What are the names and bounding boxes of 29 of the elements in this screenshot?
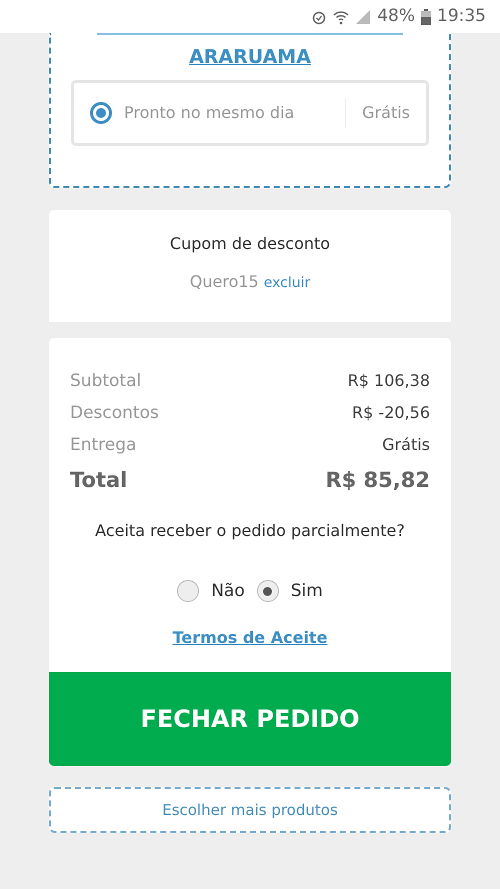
remove-coupon-link[interactable]: excluir	[264, 272, 310, 294]
summary-value: R$ 85,82	[325, 466, 430, 494]
radio-button[interactable]	[256, 580, 279, 602]
summary-label: Subtotal	[70, 370, 142, 392]
coupon-title: Cupom de desconto	[170, 232, 330, 254]
more-products-button[interactable]: Escolher mais produtos	[49, 787, 451, 833]
summary-label: Descontos	[70, 402, 159, 424]
partial-question: Aceita receber o pedido parcialmente?	[94, 520, 406, 542]
radio-button[interactable]	[177, 580, 200, 602]
clock-time: 19:35	[437, 4, 486, 28]
delivery-option[interactable]: Pronto no mesmo dia Grátis	[71, 80, 429, 146]
signal-icon	[355, 8, 372, 24]
radio-label: Não	[211, 580, 245, 602]
option-price: Grátis	[345, 98, 426, 128]
summary-label: Total	[70, 466, 128, 494]
radio-button[interactable]	[90, 102, 112, 124]
summary-value: R$ 106,38	[348, 370, 430, 392]
radio-label: Sim	[290, 580, 323, 602]
summary-label: Entrega	[70, 434, 136, 456]
battery-icon	[421, 8, 431, 24]
battery-percent: 48%	[377, 4, 415, 28]
terms-link[interactable]: Termos de Aceite	[172, 626, 328, 650]
checkout-button[interactable]: FECHAR PEDIDO	[49, 672, 451, 766]
coupon-code: Quero15	[190, 270, 259, 292]
summary-value: R$ -20,56	[352, 402, 430, 424]
option-label: Pronto no mesmo dia	[124, 102, 296, 124]
wifi-icon	[333, 8, 350, 24]
store-name-link[interactable]: ARARUAMA	[189, 43, 311, 72]
summary-value: Grátis	[382, 434, 430, 456]
